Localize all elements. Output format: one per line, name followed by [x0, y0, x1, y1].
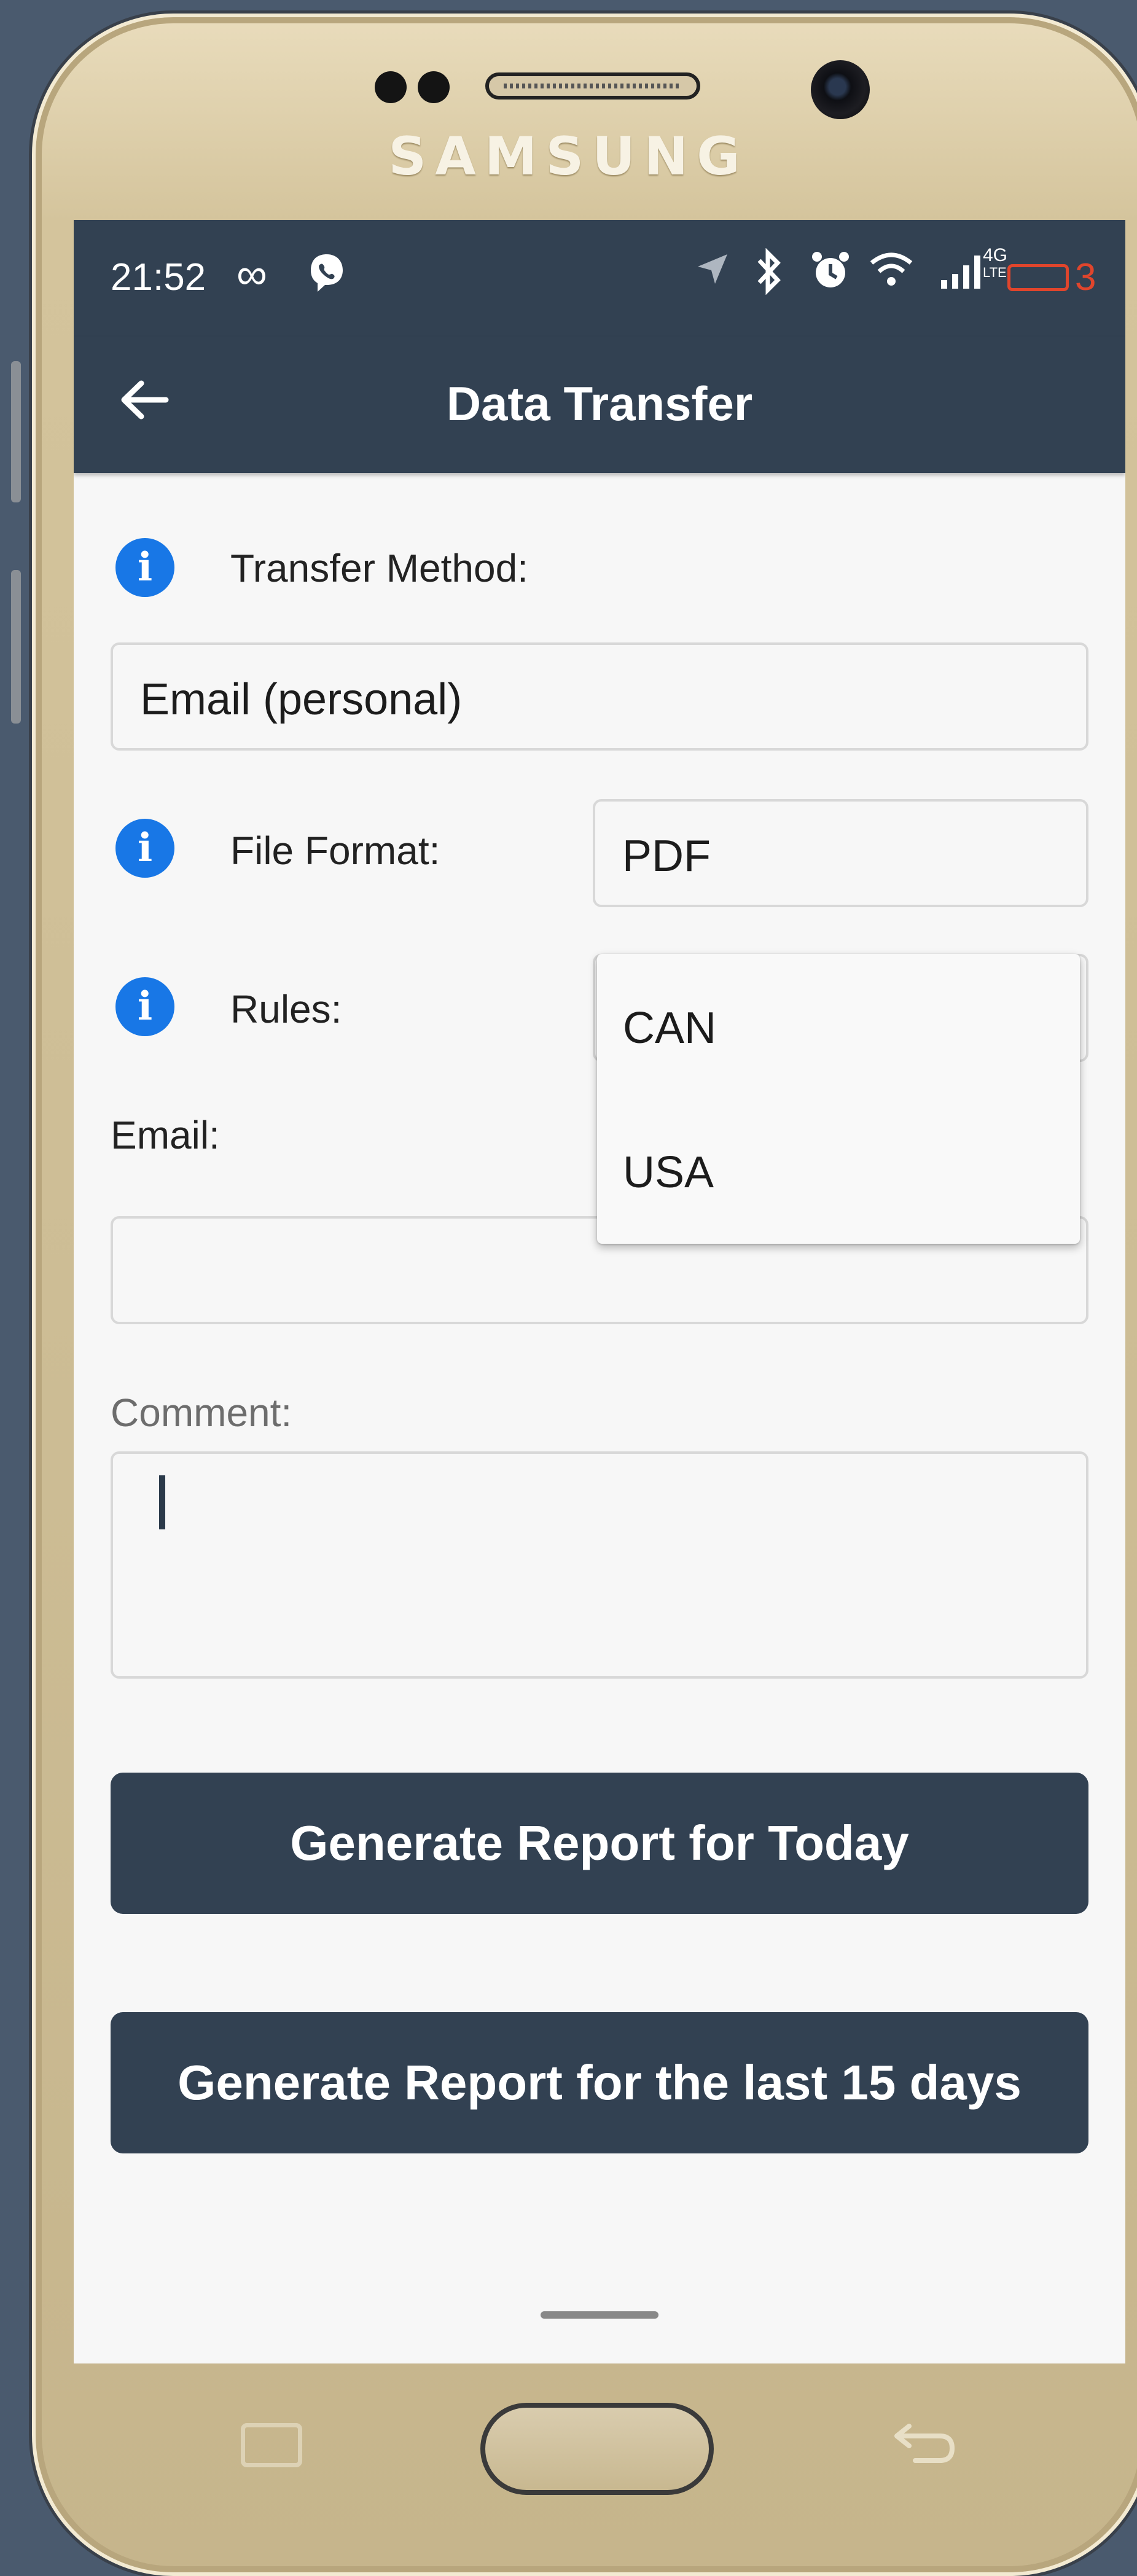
viber-icon	[307, 252, 346, 304]
info-icon[interactable]: i	[115, 819, 174, 878]
dropdown-option-usa[interactable]: USA	[623, 1147, 714, 1198]
bluetooth-icon	[756, 248, 783, 304]
file-format-label: File Format:	[230, 829, 440, 873]
signal-icon	[940, 253, 984, 299]
back-key-icon[interactable]	[891, 2411, 958, 2481]
file-format-select[interactable]: PDF	[593, 799, 1088, 907]
volume-button	[11, 361, 21, 502]
rules-label: Rules:	[230, 987, 342, 1031]
status-time: 21:52	[111, 256, 206, 299]
wifi-icon	[869, 251, 913, 297]
earpiece-speaker	[485, 72, 700, 100]
alarm-icon	[811, 249, 850, 300]
side-key	[11, 570, 21, 724]
generate-report-last-15-days-button[interactable]: Generate Report for the last 15 days	[111, 2012, 1088, 2153]
email-label: Email:	[111, 1113, 220, 1157]
screen: 21:52 ∞ 4G LTE 3 Data Transfer i Transfe…	[74, 220, 1125, 2363]
recent-apps-icon[interactable]	[241, 2423, 302, 2467]
front-camera	[811, 60, 870, 119]
text-cursor	[159, 1475, 165, 1529]
proximity-sensor	[375, 71, 407, 103]
location-arrow-icon	[694, 251, 731, 297]
transfer-method-value: Email (personal)	[140, 675, 463, 724]
infinity-icon: ∞	[236, 250, 267, 298]
info-icon[interactable]: i	[115, 538, 174, 597]
transfer-method-label: Transfer Method:	[230, 546, 528, 590]
4g-lte-icon: 4G LTE	[983, 245, 1008, 281]
home-button[interactable]	[480, 2403, 714, 2495]
status-bar: 21:52 ∞ 4G LTE 3	[74, 220, 1125, 337]
app-bar: Data Transfer	[74, 337, 1125, 473]
rules-dropdown-menu: CAN USA	[597, 954, 1080, 1244]
battery-level: 3	[1075, 256, 1096, 299]
dropdown-option-can[interactable]: CAN	[623, 1003, 716, 1053]
battery-icon	[1007, 264, 1069, 291]
light-sensor	[418, 71, 450, 103]
page-title: Data Transfer	[446, 377, 753, 431]
home-indicator	[541, 2311, 658, 2319]
comment-field[interactable]	[111, 1451, 1088, 1679]
transfer-method-select[interactable]: Email (personal)	[111, 642, 1088, 751]
file-format-value: PDF	[622, 832, 711, 881]
generate-report-today-button[interactable]: Generate Report for Today	[111, 1773, 1088, 1914]
info-icon[interactable]: i	[115, 977, 174, 1036]
brand-logo: SAMSUNG	[388, 126, 749, 187]
comment-label: Comment:	[111, 1391, 292, 1435]
